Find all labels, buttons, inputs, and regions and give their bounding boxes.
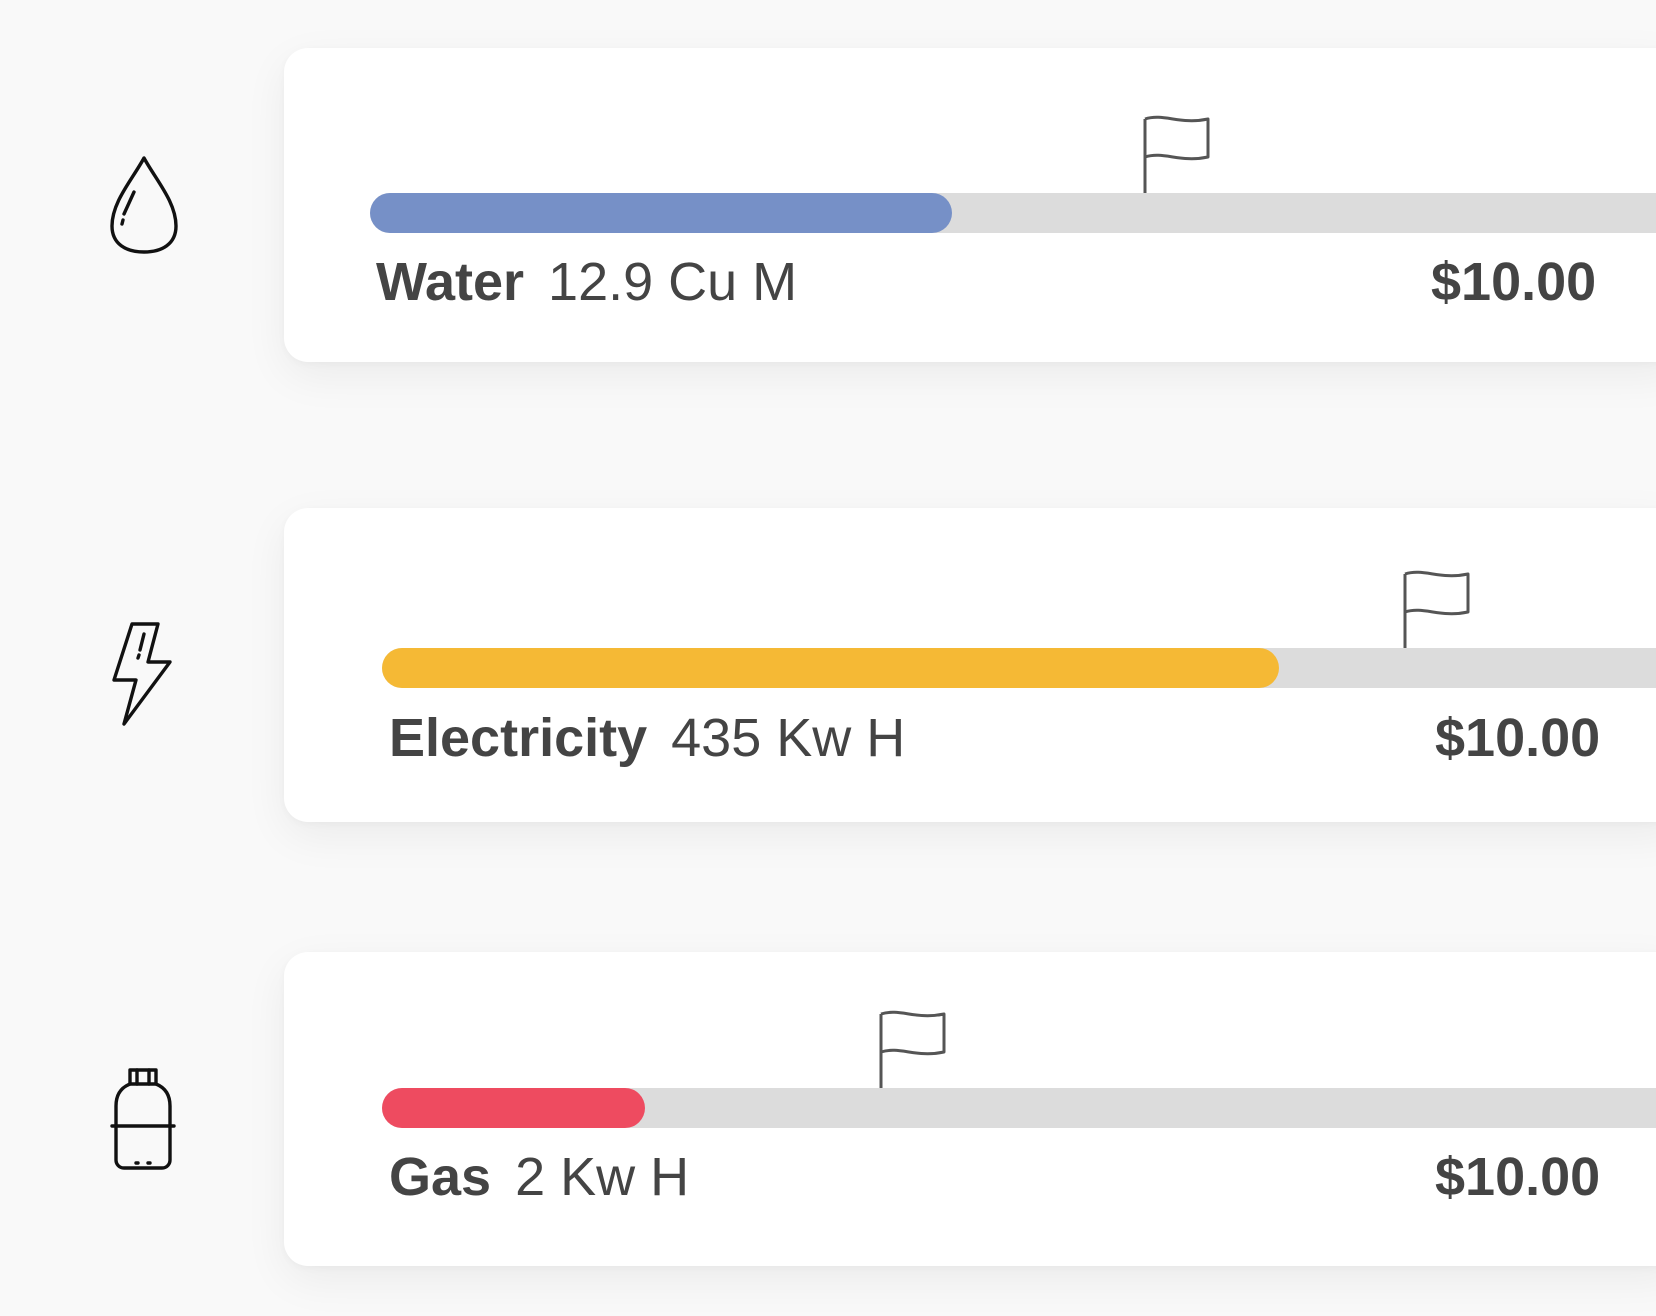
usage-progress-fill — [370, 193, 953, 233]
water-drop-icon — [96, 148, 192, 258]
utility-label: Gas 2 Kw H — [389, 1147, 689, 1207]
lightning-bolt-icon — [96, 620, 192, 730]
goal-flag-icon — [1142, 115, 1212, 193]
usage-progress-bar — [382, 1088, 1656, 1128]
utility-card-gas: Gas 2 Kw H $10.00 — [284, 952, 1656, 1266]
utility-cost: $10.00 — [1431, 252, 1597, 312]
utility-name: Electricity — [389, 708, 648, 768]
usage-progress-bar — [382, 648, 1656, 688]
usage-progress-fill — [382, 648, 1280, 688]
utility-row-electricity: Electricity 435 Kw H $10.00 — [0, 508, 1656, 822]
utility-cost: $10.00 — [1435, 1147, 1601, 1207]
utility-name: Water — [376, 252, 525, 312]
utility-usage: 435 Kw H — [671, 708, 906, 768]
utility-name: Gas — [389, 1147, 492, 1207]
utility-usage: 12.9 Cu M — [548, 252, 798, 312]
goal-flag-icon — [878, 1010, 948, 1088]
usage-progress-bar — [370, 193, 1656, 233]
utility-cost: $10.00 — [1435, 708, 1601, 768]
utility-row-gas: Gas 2 Kw H $10.00 — [0, 952, 1656, 1266]
utility-label: Electricity 435 Kw H — [389, 708, 905, 768]
utility-card-electricity: Electricity 435 Kw H $10.00 — [284, 508, 1656, 822]
utility-row-water: Water 12.9 Cu M $10.00 — [0, 48, 1656, 362]
gas-cylinder-icon — [96, 1064, 192, 1174]
utility-card-water: Water 12.9 Cu M $10.00 — [284, 48, 1656, 362]
utility-usage: 2 Kw H — [515, 1147, 690, 1207]
usage-progress-fill — [382, 1088, 645, 1128]
goal-flag-icon — [1402, 570, 1472, 648]
utility-label: Water 12.9 Cu M — [376, 252, 797, 312]
